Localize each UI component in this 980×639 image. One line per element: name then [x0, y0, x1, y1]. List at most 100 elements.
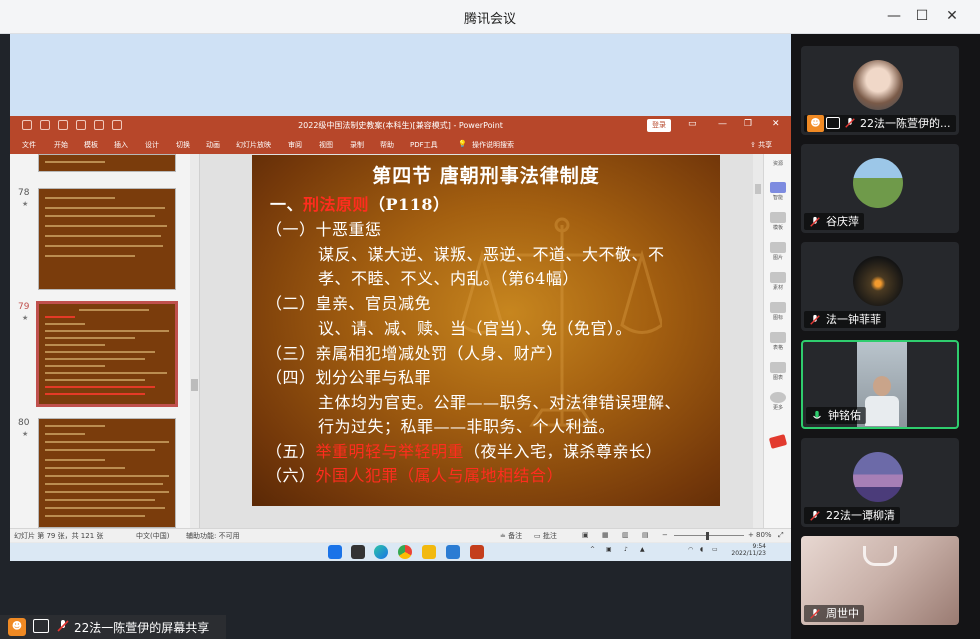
more-icon[interactable]	[770, 392, 786, 403]
slide-scrollbar-thumb[interactable]	[755, 184, 761, 194]
slide-line-11-suffix: （夜半入宅，谋杀尊亲长）	[464, 442, 663, 461]
notes-button[interactable]: ≐ 备注	[500, 531, 522, 541]
sorter-view-icon[interactable]: ▦	[602, 531, 609, 539]
slideshow-view-icon[interactable]: ▤	[642, 531, 649, 539]
ppt-close-icon[interactable]: ✕	[772, 119, 780, 129]
tab-template[interactable]: 模板	[84, 140, 98, 150]
tab-file[interactable]: 文件	[22, 140, 36, 150]
tray-meeting-icon[interactable]: ▲	[640, 546, 645, 553]
slide-line-8: （四）划分公罪与私罪	[266, 368, 432, 387]
material-icon[interactable]	[770, 272, 786, 283]
edge-icon[interactable]	[374, 545, 388, 559]
tell-me-search[interactable]: 操作说明搜索	[472, 140, 514, 150]
participant-name: 22法一陈萱伊的...	[860, 117, 951, 130]
slide-line-1-prefix: 一、	[270, 195, 304, 214]
task-view-icon[interactable]	[351, 545, 365, 559]
tab-help[interactable]: 帮助	[380, 140, 394, 150]
participant-name: 钟铭佑	[828, 409, 861, 422]
tab-transitions[interactable]: 切换	[176, 140, 190, 150]
thumb-text-line	[45, 372, 167, 374]
participant-tile-speaking[interactable]: 钟铭佑	[801, 340, 959, 429]
accessibility-status[interactable]: 辅助功能: 不可用	[186, 531, 240, 541]
mic-muted-icon	[845, 117, 855, 128]
share-button[interactable]: ⇪ 共享	[750, 140, 772, 150]
tab-insert[interactable]: 插入	[114, 140, 128, 150]
slide-thumbnail-77[interactable]	[38, 154, 176, 172]
slide-thumbnail-78[interactable]	[38, 188, 176, 290]
zoom-out-icon[interactable]: −	[662, 531, 668, 539]
zoom-level[interactable]: 80%	[756, 531, 772, 539]
tab-home[interactable]: 开始	[54, 140, 68, 150]
zoom-slider-thumb[interactable]	[706, 532, 709, 540]
tencent-meeting-icon[interactable]	[446, 545, 460, 559]
tab-animations[interactable]: 动画	[206, 140, 220, 150]
normal-view-icon[interactable]: ▣	[582, 531, 589, 539]
icon-library-icon[interactable]	[770, 302, 786, 313]
slide-thumbnail-pane: 78 ★ 79 ★ 80 ★	[10, 154, 200, 528]
chrome-icon[interactable]	[398, 545, 412, 559]
participant-tile[interactable]: 法一钟菲菲	[801, 242, 959, 331]
minimize-button[interactable]: —	[884, 6, 904, 26]
tray-chevron-icon[interactable]: ^	[590, 546, 595, 553]
meeting-title-bar: 腾讯会议 — ☐ ✕	[0, 0, 980, 34]
ribbon-display-icon[interactable]: ▭	[688, 119, 697, 129]
slide-line-9: 主体均为官吏。公罪——职务、对法律错误理解、	[318, 393, 682, 412]
host-person-icon: ☻	[807, 115, 824, 132]
ppt-restore-icon[interactable]: ❐	[744, 119, 752, 129]
tab-review[interactable]: 审阅	[288, 140, 302, 150]
picture-icon[interactable]	[770, 242, 786, 253]
participant-tile[interactable]: ☻ 22法一陈萱伊的...	[801, 46, 959, 135]
zoom-in-icon[interactable]: +	[748, 531, 754, 539]
slide-line-1: 一、刑法原则（P118）	[270, 191, 449, 215]
battery-icon[interactable]: ▭	[712, 546, 718, 553]
clock[interactable]: 9:54 2022/11/23	[726, 543, 766, 557]
smart-icon[interactable]	[770, 182, 786, 193]
participant-list: ☻ 22法一陈萱伊的... 谷庆萍 法一钟菲菲 钟铭佑 22法一谭柳清 周世中	[791, 34, 980, 639]
powerpoint-icon[interactable]	[470, 545, 484, 559]
thumb-text-line	[45, 337, 135, 339]
tab-record[interactable]: 录制	[350, 140, 364, 150]
tab-pdf-tools[interactable]: PDF工具	[410, 140, 438, 150]
participant-tile[interactable]: 谷庆萍	[801, 144, 959, 233]
reading-view-icon[interactable]: ▥	[622, 531, 629, 539]
maximize-button[interactable]: ☐	[912, 6, 932, 26]
tray-app-icon[interactable]: ▣	[606, 546, 612, 553]
tray-mic-icon[interactable]: ♪	[624, 546, 628, 553]
slide-scrollbar[interactable]	[753, 154, 763, 528]
login-button[interactable]: 登录	[647, 119, 671, 132]
slide-line-7: （三）亲属相犯增减处罚（人身、财产）	[266, 344, 564, 363]
participant-tile[interactable]: 22法一谭柳清	[801, 438, 959, 527]
participant-video-shape	[863, 546, 897, 566]
red-envelope-icon[interactable]	[768, 434, 788, 449]
participant-tile[interactable]: 周世中	[801, 536, 959, 625]
comments-icon: ▭	[534, 532, 543, 540]
tab-design[interactable]: 设计	[145, 140, 159, 150]
chart-icon[interactable]	[770, 362, 786, 373]
wifi-icon[interactable]: ◠	[688, 546, 693, 553]
thumbnail-scrollbar-thumb[interactable]	[191, 379, 198, 391]
thumb-text-line	[45, 245, 163, 247]
table-icon[interactable]	[770, 332, 786, 343]
slide-line-11: （五）举重明轻与举轻明重（夜半入宅，谋杀尊亲长）	[266, 438, 662, 462]
zoom-slider[interactable]	[674, 535, 744, 536]
slide-thumbnail-79[interactable]	[36, 301, 178, 407]
ppt-minimize-icon[interactable]: —	[718, 119, 727, 129]
shared-screen: 2022级中国法制史教案(本科生)[兼容模式] - PowerPoint 登录 …	[0, 34, 791, 639]
thumb-text-line	[45, 441, 169, 443]
current-slide[interactable]: 第四节 唐朝刑事法律制度 一、刑法原则（P118） （一）十恶重惩 谋反、谋大逆…	[252, 155, 720, 506]
language-status[interactable]: 中文(中国)	[136, 531, 169, 541]
windows-start-icon[interactable]	[328, 545, 342, 559]
comments-button[interactable]: ▭ 批注	[534, 531, 557, 541]
tab-view[interactable]: 视图	[319, 140, 333, 150]
thumbnail-scrollbar[interactable]	[190, 154, 199, 528]
slide-line-12-red2: 属人与属地相结合	[414, 466, 547, 485]
slide-thumbnail-80[interactable]	[38, 418, 176, 528]
volume-icon[interactable]: ◖	[700, 546, 703, 553]
tab-slideshow[interactable]: 幻灯片放映	[236, 140, 271, 150]
fit-slide-icon[interactable]: ⤢	[778, 531, 784, 540]
host-person-icon: ☻	[8, 618, 26, 636]
close-button[interactable]: ✕	[942, 6, 962, 26]
file-explorer-icon[interactable]	[422, 545, 436, 559]
thumb-text-line	[79, 309, 149, 311]
template-icon[interactable]	[770, 212, 786, 223]
